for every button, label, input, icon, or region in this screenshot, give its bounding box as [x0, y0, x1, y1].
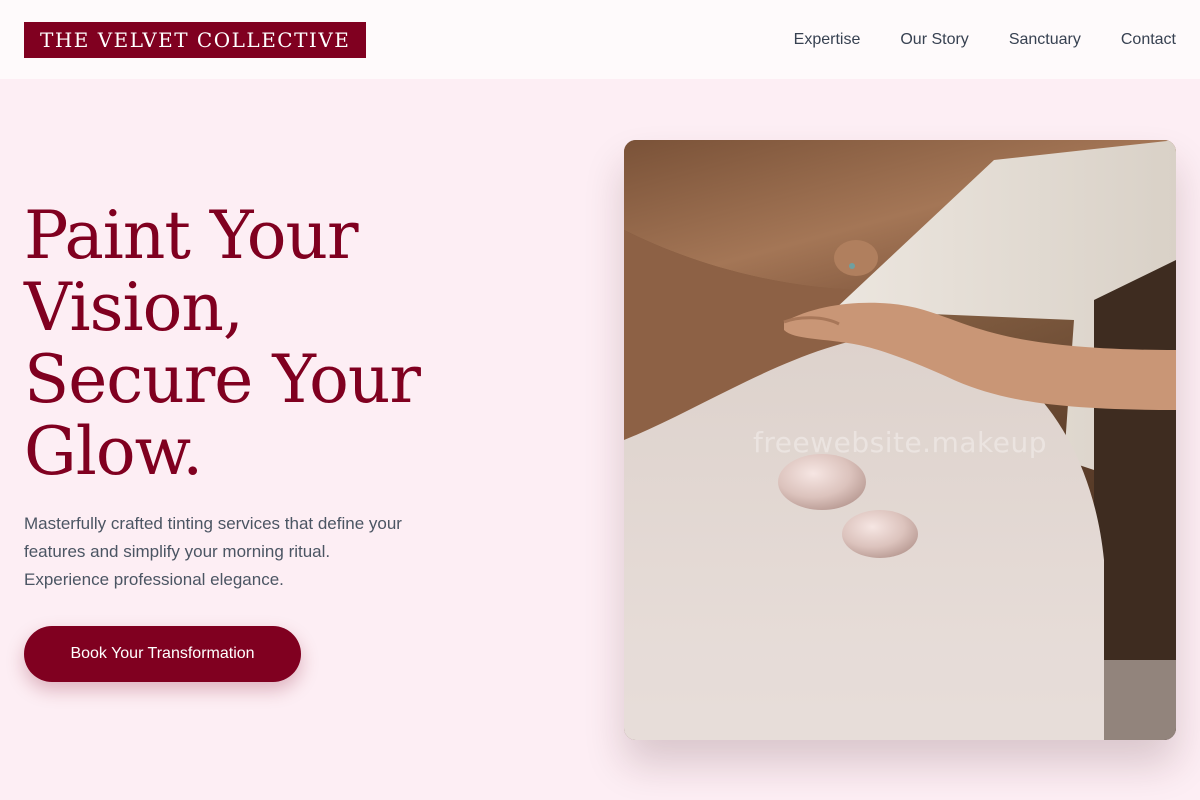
nav-item-contact[interactable]: Contact [1121, 31, 1176, 49]
image-watermark: freewebsite.makeup [753, 426, 1047, 459]
hero-description-line: features and simplify your morning ritua… [24, 542, 331, 561]
hero-title-line: Glow. [24, 413, 203, 490]
site-header: THE VELVET COLLECTIVE Expertise Our Stor… [0, 0, 1200, 79]
hero-title-line: Secure Your [24, 341, 421, 418]
hero-description-line: Masterfully crafted tinting services tha… [24, 514, 402, 533]
nav-item-our-story[interactable]: Our Story [900, 31, 968, 49]
hero-description: Masterfully crafted tinting services tha… [24, 510, 484, 594]
hero-description-line: Experience professional elegance. [24, 570, 284, 589]
hero-image: freewebsite.makeup [624, 140, 1176, 740]
brand-logo[interactable]: THE VELVET COLLECTIVE [24, 21, 367, 58]
book-transformation-button[interactable]: Book Your Transformation [24, 626, 301, 682]
nav-item-sanctuary[interactable]: Sanctuary [1009, 31, 1081, 49]
nav-item-expertise[interactable]: Expertise [794, 31, 861, 49]
hero-title: Paint Your Vision, Secure Your Glow. [24, 200, 544, 488]
hero-title-line: Paint Your [24, 197, 359, 274]
hero-title-line: Vision, [24, 269, 244, 346]
main-nav: Expertise Our Story Sanctuary Contact [794, 31, 1176, 49]
